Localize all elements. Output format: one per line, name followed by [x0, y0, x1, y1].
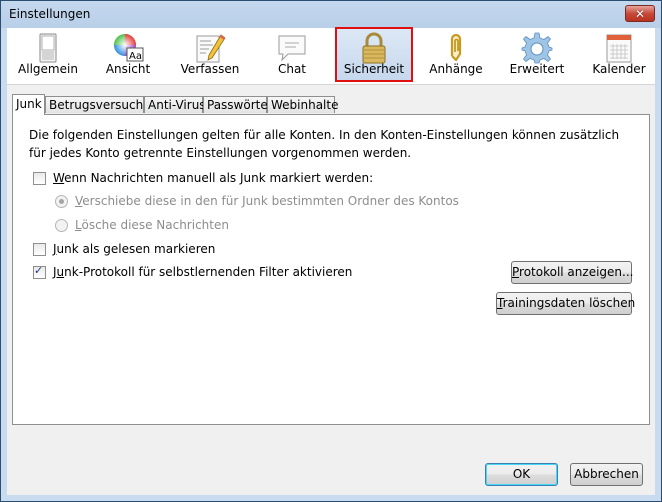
toolbar-label: Sicherheit: [343, 62, 405, 76]
toolbar-item-kalender[interactable]: Kalender: [582, 30, 656, 80]
ok-button[interactable]: OK: [485, 463, 558, 486]
reset-training-data-button[interactable]: Trainingsdaten löschen: [496, 292, 635, 315]
toolbar-label: Allgemein: [18, 62, 78, 76]
toolbar-item-chat[interactable]: Chat: [255, 30, 329, 80]
toolbar-label: Anhänge: [429, 62, 483, 76]
svg-text:Aa: Aa: [129, 51, 142, 62]
delete-junk-radio[interactable]: [55, 218, 68, 232]
tab-betrugsversuche[interactable]: Betrugsversuche: [45, 96, 151, 113]
toolbar-item-verfassen[interactable]: Verfassen: [173, 30, 247, 80]
enable-log-label: Junk-Protokoll für selbstlernenden Filte…: [53, 265, 353, 279]
toolbar-item-ansicht[interactable]: Aa Ansicht: [91, 30, 165, 80]
toolbar-label: Ansicht: [105, 62, 151, 76]
speech-bubble-icon: [278, 35, 306, 62]
mark-read-checkbox[interactable]: [33, 242, 46, 256]
toolbar-item-sicherheit[interactable]: Sicherheit: [335, 27, 413, 82]
move-junk-radio[interactable]: [55, 194, 68, 208]
delete-junk-label: Lösche diese Nachrichten: [75, 218, 229, 232]
mark-read-label: Junk als gelesen markieren: [53, 242, 216, 256]
manual-mark-option[interactable]: Wenn Nachrichten manuell als Junk markie…: [33, 171, 373, 185]
manual-mark-label: Wenn Nachrichten manuell als Junk markie…: [53, 171, 374, 185]
show-log-button[interactable]: Protokoll anzeigen...: [511, 261, 633, 284]
toolbar-label: Chat: [277, 62, 307, 76]
move-junk-label: Verschiebe diese in den für Junk bestimm…: [75, 194, 459, 208]
delete-junk-option[interactable]: Lösche diese Nachrichten: [55, 218, 229, 232]
toolbar-item-anhaenge[interactable]: Anhänge: [419, 30, 493, 80]
mark-read-option[interactable]: Junk als gelesen markieren: [33, 242, 215, 256]
junk-panel: Die folgenden Einstellungen gelten für a…: [12, 114, 650, 425]
calendar-icon: [606, 34, 632, 63]
toolbar-label: Kalender: [592, 62, 646, 76]
switch-icon: [39, 33, 57, 63]
enable-log-checkbox[interactable]: [33, 264, 46, 279]
enable-log-option[interactable]: Junk-Protokoll für selbstlernenden Filte…: [33, 264, 353, 279]
toolbar-item-allgemein[interactable]: Allgemein: [11, 30, 85, 80]
tab-webinhalte[interactable]: Webinhalte: [267, 96, 338, 113]
move-junk-option[interactable]: Verschiebe diese in den für Junk bestimm…: [55, 194, 459, 208]
preferences-toolbar: Allgemein Aa Ansicht Verfassen Chat Sich…: [7, 27, 656, 85]
preferences-window: Einstellungen ✕ Allgemein Aa Ansicht Ver…: [0, 0, 662, 502]
paperclip-icon: [450, 33, 462, 62]
toolbar-item-erweitert[interactable]: Erweitert: [500, 30, 574, 80]
tab-junk[interactable]: Junk: [12, 94, 45, 115]
cancel-button[interactable]: Abbrechen: [570, 463, 643, 486]
toolbar-label: Erweitert: [509, 62, 565, 76]
document-pencil-icon: [196, 34, 226, 63]
junk-description: Die folgenden Einstellungen gelten für a…: [29, 128, 620, 160]
toolbar-label: Verfassen: [180, 62, 240, 76]
window-title: Einstellungen: [9, 7, 91, 21]
close-icon: ✕: [634, 6, 646, 21]
tab-anti-virus[interactable]: Anti-Virus: [144, 96, 206, 113]
padlock-icon: [362, 32, 386, 64]
manual-mark-checkbox[interactable]: [33, 171, 46, 185]
color-wheel-font-icon: Aa: [114, 34, 144, 62]
dialog-body: Allgemein Aa Ansicht Verfassen Chat Sich…: [7, 27, 656, 495]
tab-passwoerter[interactable]: Passwörter: [203, 96, 273, 113]
gear-icon: [521, 32, 553, 64]
close-button[interactable]: ✕: [625, 5, 655, 22]
title-bar[interactable]: Einstellungen ✕: [1, 1, 661, 28]
